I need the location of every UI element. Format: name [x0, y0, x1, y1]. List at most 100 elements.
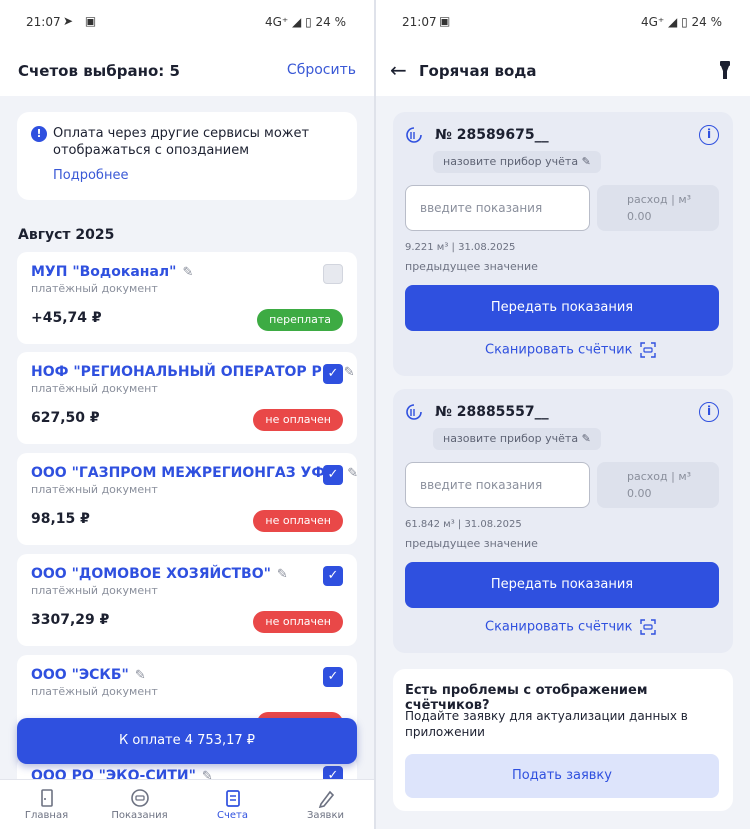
usage-value: 0.00: [627, 487, 652, 500]
bill-checkbox[interactable]: ✓: [323, 364, 343, 384]
send-readings-button[interactable]: Передать показания: [405, 285, 719, 331]
meter-name-chip[interactable]: назовите прибор учёта ✎: [433, 428, 601, 450]
page-title: Горячая вода: [419, 62, 537, 80]
hot-water-header: ← Горячая вода: [376, 44, 750, 96]
bill-checkbox[interactable]: ✓: [323, 667, 343, 687]
edit-pencil-icon[interactable]: ✎: [135, 668, 146, 683]
bill-amount: 627,50 ₽: [31, 410, 100, 426]
edit-pencil-icon[interactable]: ✎: [182, 265, 193, 280]
usage-field: расход | м³ 0.00: [597, 185, 719, 231]
bill-checkbox[interactable]: ✓: [323, 465, 343, 485]
bills-screen: 21:07 ➤ ▣ 4G⁺ ◢ ▯ 24 % Счетов выбрано: 5…: [0, 0, 374, 829]
status-bar: 21:07 ➤ ▣ 4G⁺ ◢ ▯ 24 %: [0, 0, 374, 44]
bills-icon: [225, 790, 240, 807]
selection-header: Счетов выбрано: 5 Сбросить: [0, 44, 374, 96]
hot-water-screen: 21:07 ▣ 4G⁺ ◢ ▯ 24 % ← Горячая вода № 28…: [376, 0, 750, 829]
usage-label: расход | м³: [627, 470, 692, 483]
usage-label: расход | м³: [627, 193, 692, 206]
tab-label: Главная: [24, 810, 69, 821]
payment-delay-notice: ! Оплата через другие сервисы может отоб…: [17, 112, 357, 200]
meter-readings-icon: [130, 789, 149, 807]
submit-request-button[interactable]: Подать заявку: [405, 754, 719, 798]
send-readings-button[interactable]: Передать показания: [405, 562, 719, 608]
meter-card: № 28589675__ i назовите прибор учёта ✎ в…: [393, 112, 733, 376]
info-icon[interactable]: i: [699, 125, 719, 145]
tab-requests[interactable]: Заявки: [279, 780, 372, 829]
bottom-tab-bar: Главная Показания Счета Заявки: [0, 779, 374, 829]
meter-name-chip[interactable]: назовите прибор учёта ✎: [433, 151, 601, 173]
exclamation-icon: !: [31, 126, 47, 142]
previous-label: предыдущее значение: [405, 260, 538, 273]
water-meter-icon: [406, 404, 422, 420]
water-meter-icon: [406, 127, 422, 143]
bill-card[interactable]: МУП "Водоканал" ✎ платёжный документ +45,…: [17, 252, 357, 344]
tab-label: Счета: [217, 810, 248, 821]
edit-pencil-icon: ✎: [581, 155, 591, 168]
bill-card[interactable]: НОФ "РЕГИОНАЛЬНЫЙ ОПЕРАТОР Р... ✎ ✓ платё…: [17, 352, 357, 444]
bill-doc-type: платёжный документ: [31, 282, 158, 295]
bill-name[interactable]: НОФ "РЕГИОНАЛЬНЫЙ ОПЕРАТОР Р... ✎: [31, 364, 355, 380]
bill-checkbox[interactable]: [323, 264, 343, 284]
battery-level: 24 %: [691, 15, 723, 29]
bill-name[interactable]: ООО "ДОМОВОЕ ХОЗЯЙСТВО" ✎: [31, 566, 288, 582]
status-time: 21:07: [26, 15, 61, 29]
bill-name[interactable]: МУП "Водоканал" ✎: [31, 264, 193, 280]
problem-text: Подайте заявку для актуализации данных в…: [405, 709, 688, 739]
back-arrow-icon[interactable]: ←: [390, 58, 407, 82]
scan-icon: [640, 342, 657, 358]
info-icon[interactable]: i: [699, 402, 719, 422]
bill-doc-type: платёжный документ: [31, 685, 158, 698]
status-badge: не оплачен: [253, 510, 343, 532]
reading-input[interactable]: введите показания: [405, 185, 590, 231]
bill-amount: 3307,29 ₽: [31, 612, 110, 628]
previous-label: предыдущее значение: [405, 537, 538, 550]
bill-doc-type: платёжный документ: [31, 382, 158, 395]
flashlight-icon[interactable]: [718, 60, 732, 80]
status-time: 21:07: [402, 15, 437, 29]
edit-pencil-icon[interactable]: ✎: [347, 466, 358, 481]
bill-amount: 98,15 ₽: [31, 511, 90, 527]
previous-value: 61.842 м³ | 31.08.2025: [405, 519, 522, 530]
telegram-icon: ➤ ▣: [63, 14, 101, 28]
network-indicator: 4G⁺: [264, 15, 289, 29]
bill-name[interactable]: ООО "ЭСКБ" ✎: [31, 667, 146, 683]
meter-number: № 28589675__: [435, 127, 549, 143]
status-badge: не оплачен: [253, 409, 343, 431]
edit-pencil-icon: ✎: [581, 432, 591, 445]
sim-icon: ▣: [439, 14, 455, 28]
reset-button[interactable]: Сбросить: [287, 62, 356, 78]
notice-text: Оплата через другие сервисы может отобра…: [53, 126, 310, 158]
month-heading: Август 2025: [18, 227, 115, 243]
bill-checkbox[interactable]: ✓: [323, 566, 343, 586]
status-right: 4G⁺ ◢ ▯ 24 %: [640, 15, 723, 29]
status-badge: переплата: [257, 309, 343, 331]
pay-button[interactable]: К оплате 4 753,17 ₽: [17, 718, 357, 764]
scan-meter-link[interactable]: Сканировать счётчик: [485, 342, 657, 358]
scan-icon: [640, 619, 657, 635]
home-icon: [40, 789, 53, 807]
tab-bills[interactable]: Счета: [186, 780, 279, 829]
pencil-request-icon: [318, 790, 334, 808]
bill-doc-type: платёжный документ: [31, 483, 158, 496]
edit-pencil-icon[interactable]: ✎: [344, 365, 355, 380]
status-right: 4G⁺ ◢ ▯ 24 %: [264, 15, 346, 29]
bill-doc-type: платёжный документ: [31, 584, 158, 597]
bill-name[interactable]: ООО "ГАЗПРОМ МЕЖРЕГИОНГАЗ УФ... ✎: [31, 465, 358, 481]
status-bar: 21:07 ▣ 4G⁺ ◢ ▯ 24 %: [376, 0, 750, 44]
tab-label: Показания: [111, 810, 168, 821]
status-badge: не оплачен: [253, 611, 343, 633]
problem-card: Есть проблемы с отображением счётчиков? …: [393, 669, 733, 811]
previous-value: 9.221 м³ | 31.08.2025: [405, 242, 516, 253]
bill-card[interactable]: ООО "ДОМОВОЕ ХОЗЯЙСТВО" ✎ ✓ платёжный док…: [17, 554, 357, 646]
bill-card[interactable]: ООО "ГАЗПРОМ МЕЖРЕГИОНГАЗ УФ... ✎ ✓ платё…: [17, 453, 358, 545]
usage-value: 0.00: [627, 210, 652, 223]
scan-meter-link[interactable]: Сканировать счётчик: [485, 619, 657, 635]
network-indicator: 4G⁺: [640, 15, 665, 29]
reading-input[interactable]: введите показания: [405, 462, 590, 508]
usage-field: расход | м³ 0.00: [597, 462, 719, 508]
tab-label: Заявки: [307, 810, 344, 821]
tab-home[interactable]: Главная: [0, 780, 93, 829]
more-link[interactable]: Подробнее: [53, 168, 128, 183]
tab-readings[interactable]: Показания: [93, 780, 186, 829]
edit-pencil-icon[interactable]: ✎: [277, 567, 288, 582]
